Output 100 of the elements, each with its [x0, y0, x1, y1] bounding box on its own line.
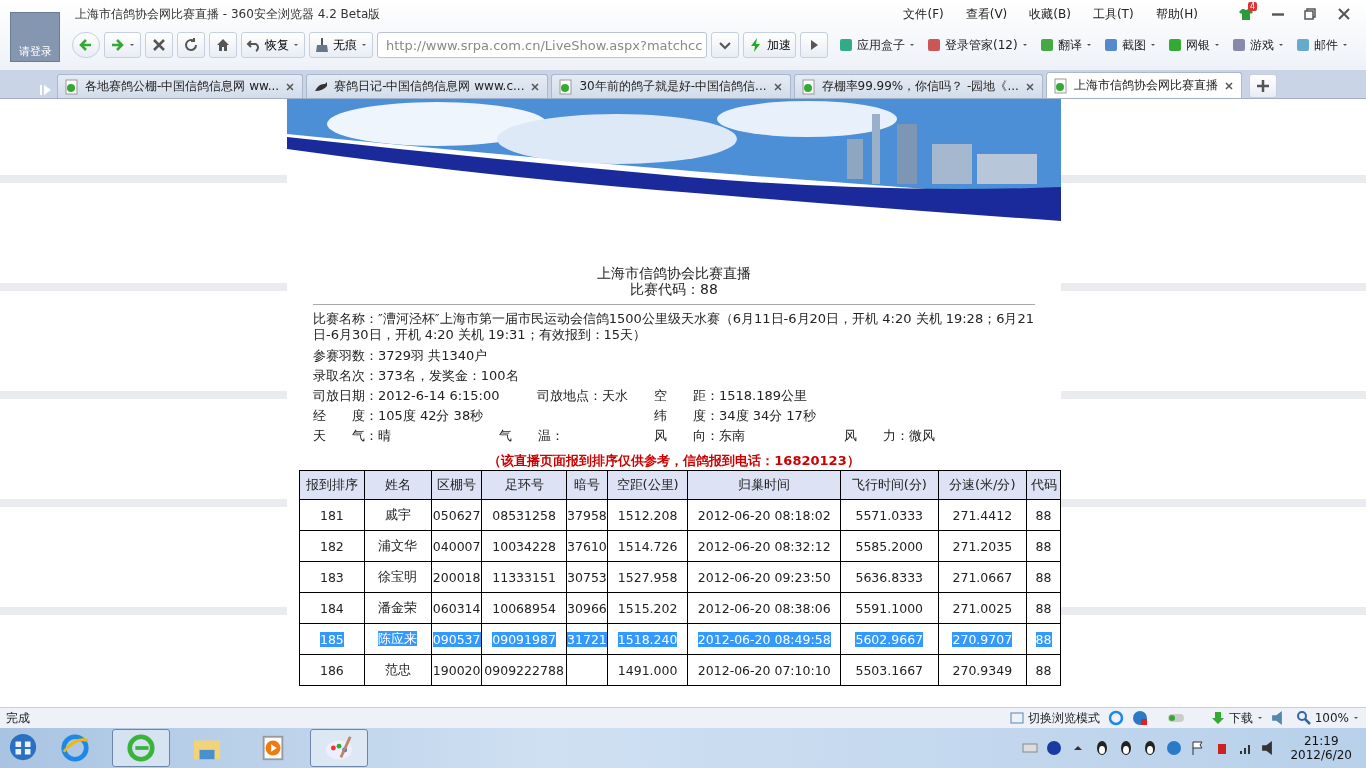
table-cell: 190020 [431, 654, 482, 686]
window-icon [1008, 710, 1025, 726]
page-icon [1052, 77, 1069, 94]
ie-icon [60, 733, 90, 763]
browser-tab[interactable]: 30年前的鸽子就是好-中国信鸽信... [551, 74, 791, 98]
table-cell: 2012-06-20 08:32:12 [687, 530, 841, 562]
search-icon [1295, 710, 1312, 726]
menu-item[interactable]: 工具(T) [1092, 5, 1134, 23]
table-cell: 88 [1026, 530, 1061, 562]
info-text: 纬 度：34度 34分 17秒 [654, 407, 816, 425]
table-cell: 271.4412 [938, 499, 1027, 531]
table-cell: 1512.208 [607, 499, 688, 531]
toolbar-item[interactable]: 网银 [1166, 36, 1221, 54]
table-cell: 200018 [431, 561, 482, 593]
table-cell: 5503.1667 [840, 654, 939, 686]
zoom-button[interactable]: 100% [1295, 710, 1360, 726]
table-cell: 陈应来 [364, 623, 432, 655]
table-cell: 271.2035 [938, 530, 1027, 562]
table-cell: 2012-06-20 08:49:58 [687, 623, 841, 655]
refresh-button[interactable] [177, 32, 205, 58]
menu-item[interactable]: 收藏(B) [1029, 5, 1071, 23]
table-cell: 1514.726 [607, 530, 688, 562]
arrow-right-icon [109, 37, 125, 53]
browser-tab[interactable]: 上海市信鸽协会网比赛直播 [1045, 72, 1242, 98]
table-cell: 090537 [431, 623, 482, 655]
restore-button[interactable]: 恢复 [241, 32, 305, 58]
toolbar-item[interactable]: 游戏 [1230, 36, 1285, 54]
incognito-button[interactable]: 无痕 [309, 32, 373, 58]
menu-item[interactable]: 查看(V) [965, 5, 1008, 23]
column-header: 暗号 [566, 470, 608, 500]
table-cell: 88 [1026, 592, 1061, 624]
home-button[interactable] [209, 32, 237, 58]
keyboard-icon [1022, 740, 1039, 756]
new-tab-button[interactable] [1248, 74, 1277, 98]
speaker-icon [1271, 711, 1282, 725]
table-cell: 1518.240 [607, 623, 688, 655]
table-cell: 11333151 [481, 561, 567, 593]
column-header: 归巢时间 [687, 470, 841, 500]
table-cell: 08531258 [481, 499, 567, 531]
stop-button[interactable] [145, 32, 173, 58]
browser-tab[interactable]: 存棚率99.99%，你信吗？ -园地《... [793, 74, 1043, 98]
plus-icon [1254, 78, 1271, 94]
table-cell: 181 [299, 499, 365, 531]
restore-icon [1302, 6, 1318, 22]
table-cell: 潘金荣 [364, 592, 432, 624]
address-field[interactable]: http://www.srpa.com.cn/LiveShow.aspx?matchcc [377, 32, 707, 58]
table-cell: 185 [299, 623, 365, 655]
home-icon [215, 37, 231, 53]
table-cell: 5585.2000 [840, 530, 939, 562]
table-cell: 182 [299, 530, 365, 562]
caret-icon [292, 41, 300, 49]
toolbar-item[interactable]: 截图 [1102, 36, 1157, 54]
table-cell: 1515.202 [607, 592, 688, 624]
notice-text: （该直播页面报到排序仅供参考，信鸽报到电话：16820123） [487, 452, 861, 470]
page-title: 上海市信鸽协会比赛直播 [596, 265, 752, 281]
table-cell: 5636.8333 [840, 561, 939, 593]
close-icon [1023, 80, 1036, 93]
table-cell: 30966 [566, 592, 608, 624]
browser-tab[interactable]: 赛鸽日记-中国信鸽信息网 www.c... [306, 74, 549, 98]
table-cell: 0909222788 [481, 654, 567, 686]
taskbar-app[interactable] [112, 729, 170, 767]
table-cell: 范忠 [364, 654, 432, 686]
table-cell: 270.9707 [938, 623, 1027, 655]
menu-item[interactable]: 文件(F) [903, 5, 944, 23]
notification-badge: 4 [1248, 2, 1258, 11]
table-cell: 2012-06-20 09:23:50 [687, 561, 841, 593]
back-button[interactable] [72, 32, 100, 58]
toolbar-item[interactable]: 邮件 [1294, 36, 1349, 54]
table-cell: 2012-06-20 08:38:06 [687, 592, 841, 624]
toolbar-item[interactable]: 应用盒子 [838, 36, 916, 54]
dropdown-button[interactable] [711, 32, 739, 58]
status-text: 完成 [6, 709, 30, 727]
table-cell: 37610 [566, 530, 608, 562]
taskbar-app[interactable] [310, 729, 368, 767]
table-cell: 1527.958 [607, 561, 688, 593]
go-button[interactable] [800, 32, 828, 58]
browse-mode-button[interactable]: 切换浏览模式 [1008, 709, 1100, 727]
browser-icon [126, 733, 156, 763]
info-text: 天 气：晴 [313, 427, 391, 445]
arrow-left-icon [78, 37, 94, 53]
caret-icon [1352, 714, 1360, 722]
close-icon [151, 37, 167, 53]
browser-tab[interactable]: 各地赛鸽公棚-中国信鸽信息网 ww... [57, 74, 304, 98]
column-header: 空距(公里) [607, 470, 688, 500]
table-cell: 1491.000 [607, 654, 688, 686]
info-text: 空 距：1518.189公里 [654, 387, 808, 405]
info-text: 气 温： [499, 427, 564, 445]
page-icon [64, 78, 80, 95]
table-cell: 10068954 [481, 592, 567, 624]
toolbar-item[interactable]: 翻译 [1038, 36, 1093, 54]
close-icon [529, 80, 542, 93]
menu-item[interactable]: 帮助(H) [1155, 5, 1198, 23]
table-cell: 270.9349 [938, 654, 1027, 686]
table-cell: 浦文华 [364, 530, 432, 562]
close-icon [771, 80, 784, 93]
table-cell: 88 [1026, 623, 1061, 655]
info-text: 司放日期：2012-6-14 6:15:00 [313, 387, 500, 405]
toolbar-item[interactable]: 登录管家(12) [926, 36, 1029, 54]
download-button[interactable]: 下载 [1209, 709, 1264, 727]
speed-button[interactable]: 加速 [743, 32, 796, 58]
